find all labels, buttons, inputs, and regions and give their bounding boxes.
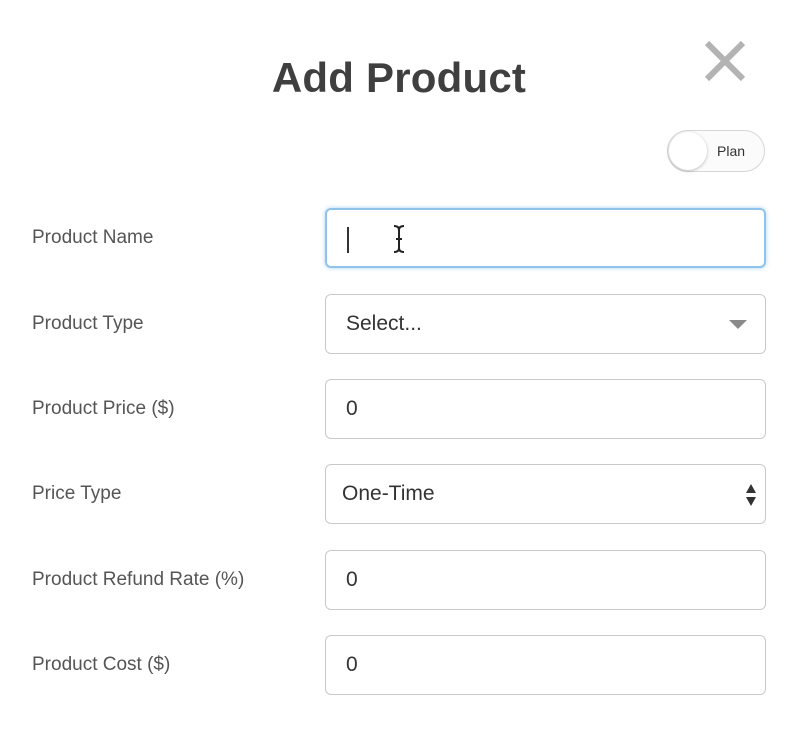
close-icon: [704, 40, 746, 82]
toggle-label: Plan: [717, 143, 746, 159]
add-product-modal: Add Product Plan Product Name Product Ty…: [0, 0, 798, 730]
product-cost-label: Product Cost ($): [32, 654, 171, 675]
product-refund-rate-input[interactable]: 0: [325, 550, 766, 610]
form-row-product-refund-rate: Product Refund Rate (%) 0: [0, 550, 798, 610]
product-name-label: Product Name: [32, 227, 154, 248]
form-row-product-type: Product Type Select...: [0, 294, 798, 354]
chevron-down-icon: [729, 320, 747, 329]
close-button[interactable]: [700, 36, 750, 86]
product-price-value: 0: [346, 397, 358, 420]
product-name-input[interactable]: [325, 208, 766, 268]
product-cost-input[interactable]: 0: [325, 635, 766, 695]
product-price-input[interactable]: 0: [325, 379, 766, 439]
select-arrows-icon: [745, 482, 757, 508]
form-row-product-name: Product Name: [0, 208, 798, 268]
product-cost-value: 0: [346, 653, 358, 676]
product-refund-rate-value: 0: [346, 568, 358, 591]
text-caret: [347, 227, 349, 253]
plan-toggle[interactable]: Plan: [667, 130, 765, 172]
form-row-product-price: Product Price ($) 0: [0, 379, 798, 439]
toggle-knob: [669, 132, 707, 170]
form-row-price-type: Price Type One-Time: [0, 464, 798, 524]
price-type-label: Price Type: [32, 483, 122, 504]
price-type-value: One-Time: [342, 482, 435, 505]
price-type-select[interactable]: One-Time: [325, 464, 766, 524]
form-row-product-cost: Product Cost ($) 0: [0, 635, 798, 695]
ibeam-cursor-icon: [393, 225, 405, 253]
modal-title: Add Product: [271, 54, 527, 101]
product-refund-rate-label: Product Refund Rate (%): [32, 569, 245, 590]
product-type-value: Select...: [346, 312, 422, 335]
product-type-dropdown[interactable]: Select...: [325, 294, 766, 354]
product-type-label: Product Type: [32, 313, 144, 334]
product-price-label: Product Price ($): [32, 398, 175, 419]
